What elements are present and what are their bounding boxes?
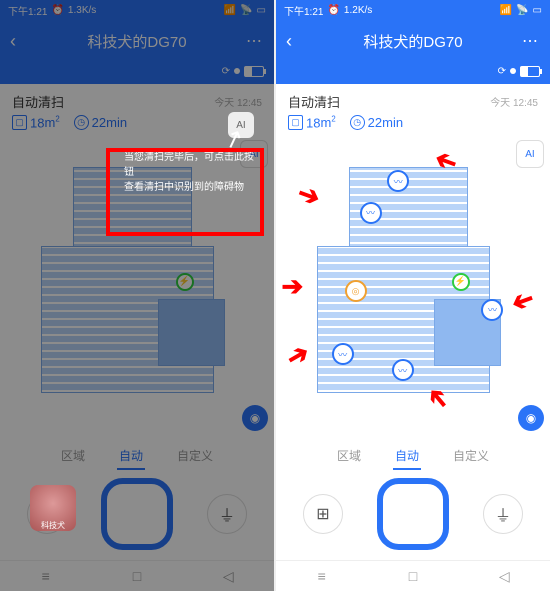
wifi-icon: 📡: [240, 5, 252, 16]
watermark-logo: 科技犬: [30, 485, 76, 531]
cleaning-timestamp: 今天 12:45: [214, 94, 262, 109]
area-value: 18: [306, 115, 320, 130]
more-button[interactable]: ⋯: [520, 31, 540, 51]
area-unit: m2: [320, 115, 335, 130]
charge-dock-icon: ⚡: [176, 273, 194, 291]
nav-back-icon[interactable]: ◁: [219, 567, 237, 585]
battery-icon: ▭: [257, 5, 266, 16]
signal-icon: 📶: [224, 5, 236, 16]
tab-zone[interactable]: 区域: [59, 443, 87, 470]
battery-icon: ▭: [533, 5, 542, 16]
camera-button[interactable]: ◉: [242, 405, 268, 431]
virtual-wall-button[interactable]: ⊞: [303, 494, 343, 534]
area-stat: ▢ 18m2: [12, 115, 60, 130]
camera-button[interactable]: ◉: [518, 405, 544, 431]
cleaning-info: 自动清扫 今天 12:45 ▢ 18m2 ◷ 22min: [276, 84, 550, 134]
cleaning-map[interactable]: ⚡ 〰 〰 ◎ 〰 〰 〰 AI ◉ ➔ ➔ ➔ ➔ ➔ ➔: [276, 134, 550, 437]
duration-stat: ◷ 22min: [350, 115, 403, 130]
area-value: 18: [30, 115, 44, 130]
mode-tabs: 区域 自动 自定义: [276, 437, 550, 472]
status-time: 下午1:21: [284, 3, 323, 18]
nav-home-icon[interactable]: □: [128, 567, 146, 585]
annotation-arrow-icon: ➔: [281, 271, 303, 302]
device-status-strip: ⟳: [276, 62, 550, 84]
start-clean-button[interactable]: [101, 478, 173, 550]
tab-custom[interactable]: 自定义: [451, 443, 491, 470]
nav-back-icon[interactable]: ◁: [495, 567, 513, 585]
back-button[interactable]: ‹: [10, 31, 30, 52]
more-button[interactable]: ⋯: [244, 31, 264, 51]
obstacle-marker[interactable]: 〰: [360, 202, 382, 224]
duration-unit: min: [382, 115, 403, 130]
return-dock-button[interactable]: ⏚: [207, 494, 247, 534]
tooltip-text-2: 查看清扫中识别到的障碍物: [124, 180, 254, 195]
nav-home-icon[interactable]: □: [404, 567, 422, 585]
area-stat: ▢ 18m2: [288, 115, 336, 130]
area-unit: m2: [44, 115, 59, 130]
sync-icon: ⟳: [498, 66, 506, 77]
net-speed: 1.2K/s: [344, 5, 372, 16]
cleaning-timestamp: 今天 12:45: [490, 94, 538, 109]
device-status-strip: ⟳: [0, 62, 274, 84]
device-battery-icon: [520, 66, 540, 77]
obstacle-marker[interactable]: 〰: [332, 343, 354, 365]
tab-auto[interactable]: 自动: [393, 443, 421, 470]
status-dot: [510, 68, 516, 74]
phone-right: 下午1:21 ⏰ 1.2K/s 📶 📡 ▭ ‹ 科技犬的DG70 ⋯ ⟳ 自动清…: [276, 0, 550, 591]
net-speed: 1.3K/s: [68, 5, 96, 16]
ai-obstacle-button[interactable]: AI: [516, 140, 544, 168]
area-icon: ▢: [288, 115, 303, 130]
obstacle-marker[interactable]: ◎: [345, 280, 367, 302]
app-header: ‹ 科技犬的DG70 ⋯: [276, 20, 550, 62]
page-title: 科技犬的DG70: [363, 31, 462, 52]
sync-icon: ⟳: [222, 66, 230, 77]
phone-left: 下午1:21 ⏰ 1.3K/s 📶 📡 ▭ ‹ 科技犬的DG70 ⋯ ⟳ 自动清…: [0, 0, 274, 591]
cleaning-mode-label: 自动清扫: [12, 92, 64, 111]
start-clean-button[interactable]: [377, 478, 449, 550]
status-bar: 下午1:21 ⏰ 1.2K/s 📶 📡 ▭: [276, 0, 550, 20]
nav-menu-icon[interactable]: ≡: [313, 567, 331, 585]
system-navbar: ≡ □ ◁: [276, 560, 550, 591]
return-dock-button[interactable]: ⏚: [483, 494, 523, 534]
status-dot: [234, 68, 240, 74]
signal-icon: 📶: [500, 5, 512, 16]
page-title: 科技犬的DG70: [87, 31, 186, 52]
obstacle-marker[interactable]: 〰: [392, 359, 414, 381]
alarm-icon: ⏰: [327, 5, 339, 16]
duration-unit: min: [106, 115, 127, 130]
status-time: 下午1:21: [8, 3, 47, 18]
onboarding-tooltip: AI ↗ 当您清扫完毕后，可点击此按钮 查看清扫中识别到的障碍物: [124, 150, 254, 195]
clock-icon: ◷: [74, 115, 89, 130]
status-bar: 下午1:21 ⏰ 1.3K/s 📶 📡 ▭: [0, 0, 274, 20]
clock-icon: ◷: [350, 115, 365, 130]
nav-menu-icon[interactable]: ≡: [37, 567, 55, 585]
back-button[interactable]: ‹: [286, 31, 306, 52]
tab-zone[interactable]: 区域: [335, 443, 363, 470]
duration-value: 22: [92, 115, 106, 130]
cleaning-mode-label: 自动清扫: [288, 92, 340, 111]
area-icon: ▢: [12, 115, 27, 130]
system-navbar: ≡ □ ◁: [0, 560, 274, 591]
duration-stat: ◷ 22min: [74, 115, 127, 130]
tab-custom[interactable]: 自定义: [175, 443, 215, 470]
tab-auto[interactable]: 自动: [117, 443, 145, 470]
wifi-icon: 📡: [516, 5, 528, 16]
control-bar: ⊞ ⏚: [276, 472, 550, 560]
duration-value: 22: [368, 115, 382, 130]
app-header: ‹ 科技犬的DG70 ⋯: [0, 20, 274, 62]
charge-dock-icon: ⚡: [452, 273, 470, 291]
alarm-icon: ⏰: [51, 5, 63, 16]
device-battery-icon: [244, 66, 264, 77]
mode-tabs: 区域 自动 自定义: [0, 437, 274, 472]
